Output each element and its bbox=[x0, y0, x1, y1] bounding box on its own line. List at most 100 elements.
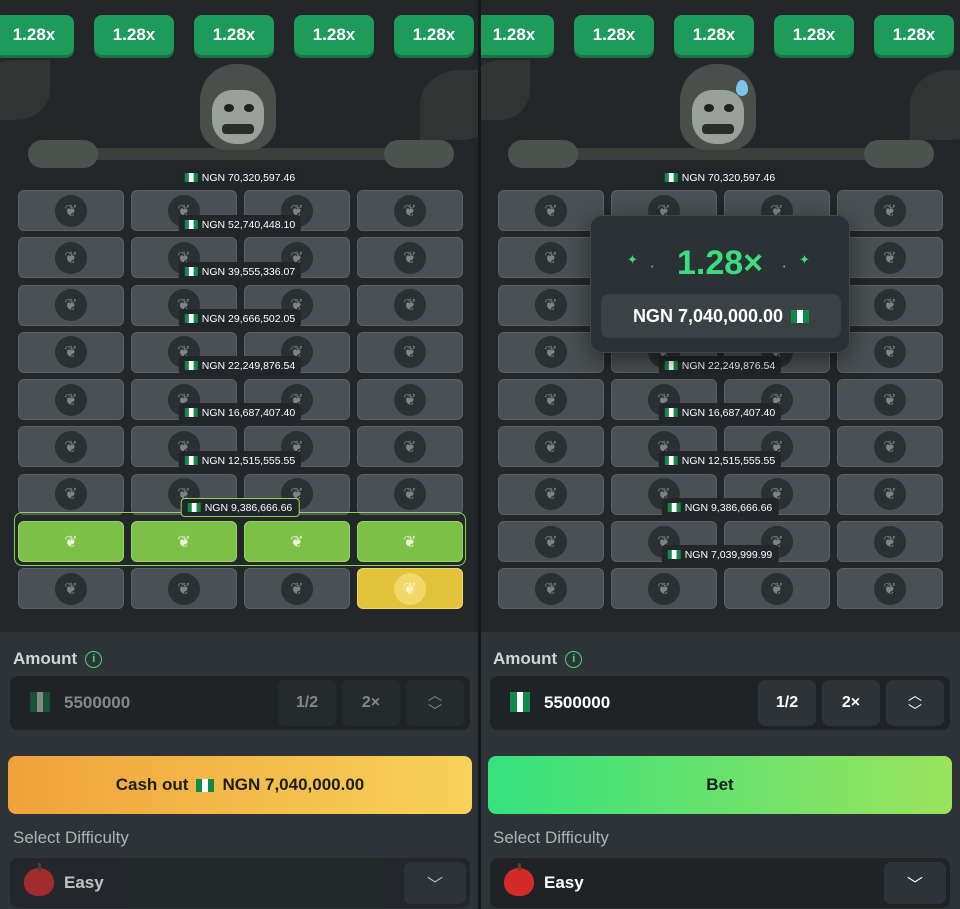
apple-icon: ❦ bbox=[55, 241, 87, 274]
grid-tile[interactable]: ❦ bbox=[498, 190, 604, 231]
grid-tile[interactable]: ❦ bbox=[498, 473, 604, 515]
difficulty-label: Select Difficulty bbox=[493, 828, 609, 847]
payout-label: NGN 16,687,407.40 bbox=[658, 403, 782, 422]
grid-tile[interactable]: ❦ bbox=[724, 568, 830, 610]
multiplier-row: 1.28x 1.28x 1.28x 1.28x 1.28x bbox=[480, 15, 954, 55]
multiplier-badge: 1.28x bbox=[294, 15, 374, 55]
apple-icon: ❦ bbox=[281, 572, 313, 605]
difficulty-value: Easy bbox=[64, 873, 104, 892]
nigeria-flag-icon bbox=[187, 503, 201, 512]
grid-tile[interactable]: ❦ bbox=[18, 237, 124, 279]
nigeria-flag-icon bbox=[30, 692, 51, 712]
bet-controls: Amount i 5500000 1/2 2× ︿ ﹀ Cash out NGN 7… bbox=[0, 632, 480, 909]
info-icon[interactable]: i bbox=[85, 650, 103, 668]
apple-icon: ❦ bbox=[55, 289, 87, 322]
amount-field[interactable]: 5500000 1/2 2× ︿ ﹀ bbox=[10, 676, 470, 730]
up-down-icon[interactable]: ︿ ﹀ bbox=[886, 680, 944, 726]
amount-value[interactable]: 5500000 bbox=[64, 693, 130, 713]
payout-label: NGN 12,515,555.55 bbox=[658, 451, 782, 470]
up-down-icon[interactable]: ︿ ﹀ bbox=[406, 680, 464, 726]
grid-tile[interactable]: ❦ bbox=[498, 379, 604, 421]
grid-tile[interactable]: ❦ bbox=[837, 521, 943, 563]
amount-label: Amount i bbox=[493, 649, 583, 669]
apple-icon: ❦ bbox=[394, 478, 426, 511]
apple-icon: ❦ bbox=[535, 478, 567, 511]
grid-tile[interactable]: ❦ bbox=[498, 284, 604, 326]
apple-icon: ❦ bbox=[394, 336, 426, 369]
grid-tile[interactable]: ❦ bbox=[837, 190, 943, 231]
grid-tile[interactable]: ❦ bbox=[18, 568, 124, 610]
grid-tile[interactable]: ❦ bbox=[837, 237, 943, 279]
grid-tile[interactable]: ❦ bbox=[611, 568, 717, 610]
grid-tile[interactable]: ❦ bbox=[837, 331, 943, 373]
grid-tile[interactable]: ❦ bbox=[357, 426, 463, 468]
half-button[interactable]: 1/2 bbox=[758, 680, 816, 726]
grid-tile[interactable]: ❦ bbox=[837, 568, 943, 610]
grid-tile[interactable]: ❦ bbox=[18, 284, 124, 326]
grid-tile[interactable]: ❦ bbox=[18, 473, 124, 515]
grid-tile[interactable]: ❦ bbox=[837, 426, 943, 468]
grid-tile[interactable]: ❦ bbox=[498, 568, 604, 610]
multiplier-badge: 1.28x bbox=[194, 15, 274, 55]
apple-icon: ❦ bbox=[874, 478, 906, 511]
double-button[interactable]: 2× bbox=[822, 680, 880, 726]
nigeria-flag-icon bbox=[791, 309, 810, 323]
grid-tile[interactable]: ❦ bbox=[498, 331, 604, 373]
apple-icon: ❦ bbox=[535, 194, 567, 227]
bet-button[interactable]: Bet bbox=[488, 756, 952, 814]
rock-decoration bbox=[508, 140, 578, 168]
grid-tile[interactable]: ❦ bbox=[357, 331, 463, 373]
cash-out-button[interactable]: Cash out NGN 7,040,000.00 bbox=[8, 756, 472, 814]
amount-value[interactable]: 5500000 bbox=[544, 693, 610, 713]
multiplier-row: 1.28x 1.28x 1.28x 1.28x 1.28x bbox=[0, 15, 474, 55]
grid-tile[interactable]: ❦ bbox=[357, 237, 463, 279]
grid-tile[interactable]: ❦ bbox=[837, 473, 943, 515]
jungle-leaf-decoration bbox=[0, 60, 50, 120]
grid-tile[interactable]: ❦ bbox=[837, 284, 943, 326]
payout-label: NGN 22,249,876.54 bbox=[658, 356, 782, 375]
apple-icon: ❦ bbox=[535, 572, 567, 605]
panel-divider bbox=[478, 0, 481, 909]
nigeria-flag-icon bbox=[510, 692, 531, 712]
nigeria-flag-icon bbox=[184, 408, 198, 417]
difficulty-select[interactable]: Easy ﹀ bbox=[10, 858, 470, 908]
grid-tile[interactable]: ❦ bbox=[357, 379, 463, 421]
nigeria-flag-icon bbox=[184, 220, 198, 229]
current-row-highlight bbox=[14, 512, 466, 566]
apple-icon: ❦ bbox=[535, 430, 567, 463]
chevron-down-icon[interactable]: ﹀ bbox=[884, 862, 946, 904]
rock-decoration bbox=[28, 140, 98, 168]
grid-tile[interactable]: ❦ bbox=[18, 331, 124, 373]
nigeria-flag-icon bbox=[184, 314, 198, 323]
grid-tile[interactable]: ❦ bbox=[498, 426, 604, 468]
info-icon[interactable]: i bbox=[565, 650, 583, 668]
grid-tile[interactable]: ❦ bbox=[357, 284, 463, 326]
multiplier-badge: 1.28x bbox=[574, 15, 654, 55]
grid-tile[interactable]: ❦ bbox=[18, 379, 124, 421]
double-button[interactable]: 2× bbox=[342, 680, 400, 726]
nigeria-flag-icon bbox=[196, 778, 215, 792]
apple-icon: ❦ bbox=[761, 572, 793, 605]
grid-tile[interactable]: ❦ bbox=[18, 426, 124, 468]
grid-tile[interactable]: ❦ bbox=[357, 190, 463, 231]
apple-icon: ❦ bbox=[535, 241, 567, 274]
half-button[interactable]: 1/2 bbox=[278, 680, 336, 726]
chevron-down-icon[interactable]: ﹀ bbox=[404, 862, 466, 904]
apple-icon: ❦ bbox=[394, 430, 426, 463]
grid-tile[interactable]: ❦ bbox=[244, 568, 350, 610]
grid-tile[interactable]: ❦ bbox=[18, 190, 124, 231]
grid-tile[interactable]: ❦ bbox=[131, 568, 237, 610]
nigeria-flag-icon bbox=[664, 173, 678, 182]
apple-icon bbox=[504, 863, 534, 896]
grid-tile[interactable]: ❦ bbox=[498, 237, 604, 279]
grid-tile[interactable]: ❦ bbox=[837, 379, 943, 421]
difficulty-select[interactable]: Easy ﹀ bbox=[490, 858, 950, 908]
grid-tile[interactable]: ❦ bbox=[357, 568, 463, 610]
grid-tile[interactable]: ❦ bbox=[357, 473, 463, 515]
payout-label: NGN 52,740,448.10 bbox=[178, 215, 302, 234]
apple-icon: ❦ bbox=[394, 194, 426, 227]
amount-field[interactable]: 5500000 1/2 2× ︿ ﹀ bbox=[490, 676, 950, 730]
apple-icon bbox=[24, 863, 54, 896]
grid-tile[interactable]: ❦ bbox=[498, 521, 604, 563]
payout-label: NGN 39,555,336.07 bbox=[178, 262, 302, 281]
